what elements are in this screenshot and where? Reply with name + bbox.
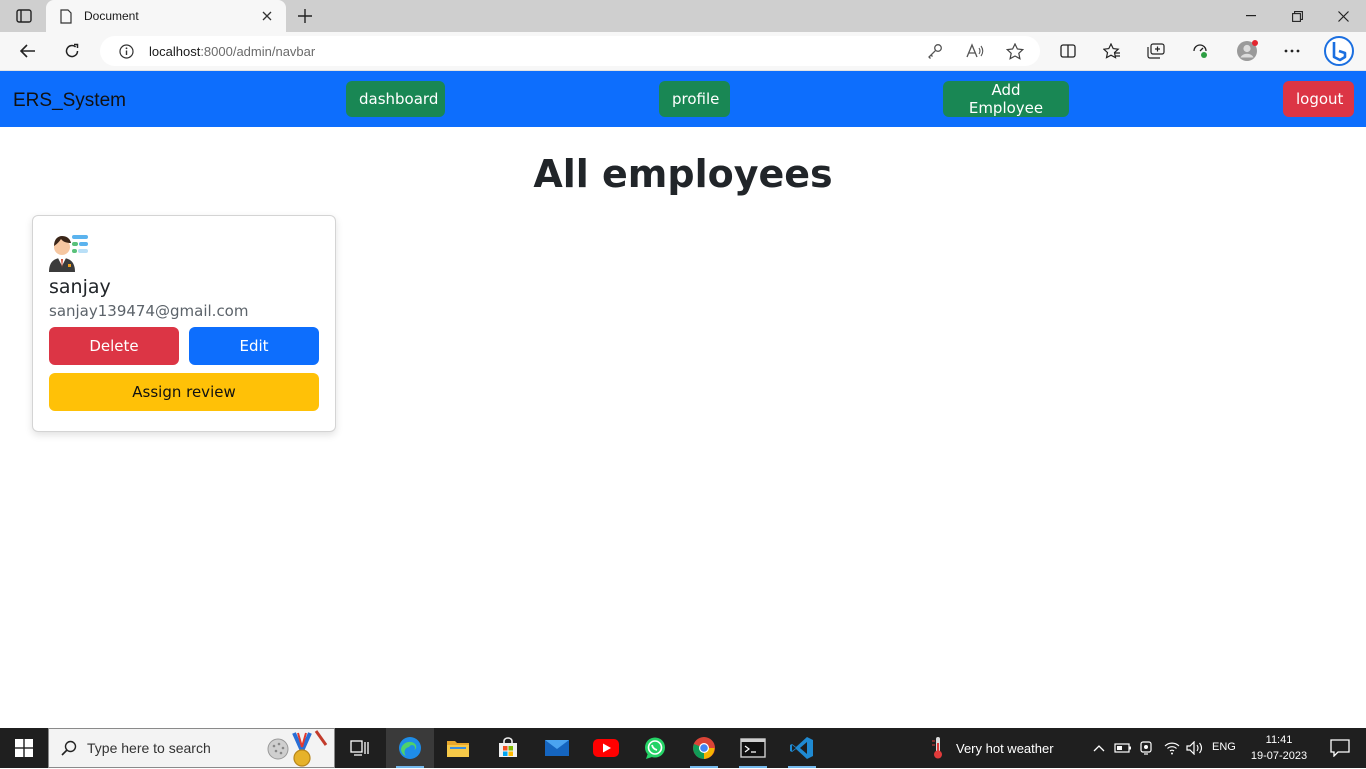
browser-tab-strip: Document: [0, 0, 1366, 32]
clock-date: 19-07-2023: [1250, 750, 1308, 762]
tab-title: Document: [84, 9, 139, 23]
split-screen-icon[interactable]: [1054, 38, 1082, 64]
url-path: :8000/admin/navbar: [200, 43, 316, 59]
search-highlight-icon: [267, 730, 328, 767]
performance-icon[interactable]: [1186, 38, 1214, 64]
add-employee-button[interactable]: Add Employee: [943, 81, 1069, 117]
favorites-icon[interactable]: [1098, 38, 1126, 64]
taskbar-search-box[interactable]: Type here to search: [48, 728, 335, 768]
whatsapp-icon[interactable]: [631, 728, 679, 768]
windows-taskbar: Type here to search Very hot weather ENG…: [0, 728, 1366, 768]
show-hidden-icons-chevron-icon[interactable]: [1090, 728, 1108, 768]
assign-review-button[interactable]: Assign review: [49, 373, 319, 411]
mail-icon[interactable]: [533, 728, 581, 768]
input-language[interactable]: ENG: [1212, 741, 1236, 753]
app-navbar: ERS_System dashboard profile Add Employe…: [0, 71, 1366, 127]
terminal-icon[interactable]: [729, 728, 777, 768]
browser-tab[interactable]: Document: [46, 0, 286, 32]
more-options-icon[interactable]: [1278, 38, 1306, 64]
profile-button[interactable]: profile: [659, 81, 730, 117]
weather-widget[interactable]: Very hot weather: [930, 728, 1054, 768]
battery-icon[interactable]: [1112, 728, 1134, 768]
document-icon: [58, 8, 74, 24]
employee-avatar-icon: [49, 235, 88, 272]
back-arrow-icon[interactable]: [14, 38, 42, 64]
favorite-star-icon[interactable]: [1005, 42, 1025, 60]
tab-actions-icon[interactable]: [10, 6, 38, 26]
camera-privacy-icon[interactable]: [1137, 728, 1157, 768]
vscode-icon[interactable]: [778, 728, 826, 768]
file-explorer-icon[interactable]: [434, 728, 482, 768]
wifi-icon[interactable]: [1161, 728, 1183, 768]
profile-avatar-icon[interactable]: [1232, 38, 1262, 64]
logout-button[interactable]: logout: [1283, 81, 1354, 117]
bing-copilot-icon[interactable]: [1322, 34, 1356, 68]
taskbar-clock[interactable]: 11:41 19-07-2023: [1246, 732, 1312, 764]
delete-employee-button[interactable]: Delete: [49, 327, 179, 365]
site-info-icon[interactable]: [118, 43, 134, 59]
tab-close-icon[interactable]: [258, 7, 276, 25]
employee-name: sanjay: [49, 276, 111, 298]
collections-icon[interactable]: [1142, 38, 1170, 64]
key-icon[interactable]: [925, 42, 945, 60]
new-tab-icon[interactable]: [294, 5, 316, 27]
youtube-icon[interactable]: [582, 728, 630, 768]
employee-email: sanjay139474@gmail.com: [49, 302, 249, 320]
brand-logo-text[interactable]: ERS_System: [13, 90, 126, 112]
restore-icon[interactable]: [1274, 0, 1320, 32]
chrome-icon[interactable]: [680, 728, 728, 768]
microsoft-store-icon[interactable]: [484, 728, 532, 768]
employee-card: sanjay sanjay139474@gmail.com Delete Edi…: [32, 215, 336, 432]
url-host: localhost: [149, 43, 201, 59]
task-view-icon[interactable]: [336, 728, 384, 768]
window-close-icon[interactable]: [1320, 0, 1366, 32]
edge-browser-icon[interactable]: [386, 728, 434, 768]
search-placeholder: Type here to search: [87, 740, 211, 756]
thermometer-icon: [932, 737, 942, 759]
dashboard-button[interactable]: dashboard: [346, 81, 445, 117]
read-aloud-icon[interactable]: [965, 42, 985, 60]
url-text: localhost:8000/admin/navbar: [149, 44, 315, 59]
refresh-icon[interactable]: [58, 38, 86, 64]
notification-icon[interactable]: [1320, 728, 1360, 768]
weather-text: Very hot weather: [956, 740, 1054, 756]
clock-time: 11:41: [1265, 734, 1293, 746]
search-icon: [61, 740, 77, 756]
edit-employee-button[interactable]: Edit: [189, 327, 319, 365]
minimize-icon[interactable]: [1228, 0, 1274, 32]
windows-start-icon[interactable]: [0, 728, 48, 768]
page-title: All employees: [533, 152, 833, 196]
browser-toolbar: localhost:8000/admin/navbar: [0, 32, 1366, 71]
address-bar[interactable]: localhost:8000/admin/navbar: [100, 36, 1040, 66]
volume-icon[interactable]: [1184, 728, 1206, 768]
